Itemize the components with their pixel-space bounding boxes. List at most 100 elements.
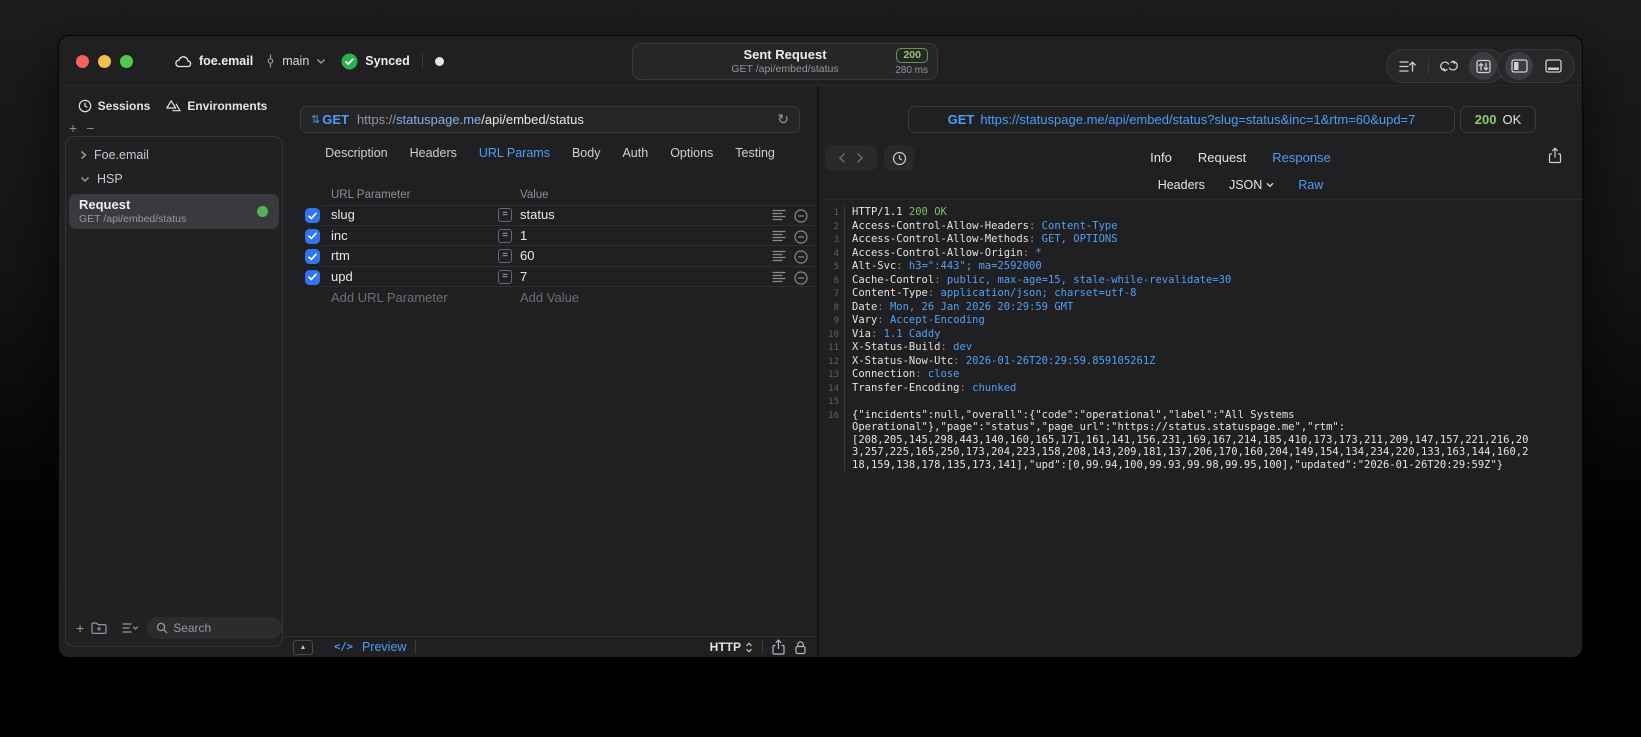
sent-request-url[interactable]: GET https://statuspage.me/api/embed/stat… [908, 106, 1455, 133]
param-value[interactable]: 1 [520, 228, 527, 243]
back-icon[interactable] [838, 152, 846, 164]
tree-item-foe-email[interactable]: Foe.email [66, 143, 282, 167]
tab-description[interactable]: Description [325, 146, 388, 160]
response-url: https://statuspage.me/api/embed/status?s… [980, 112, 1416, 127]
lock-icon[interactable] [794, 640, 807, 655]
share-icon[interactable] [772, 639, 785, 655]
tab-auth[interactable]: Auth [622, 146, 648, 160]
add-url-parameter-placeholder[interactable]: Add URL Parameter [331, 290, 448, 305]
footer-divider [762, 640, 763, 654]
row-menu-icon[interactable] [772, 209, 786, 221]
chevron-right-icon[interactable] [80, 150, 87, 160]
row-menu-icon[interactable] [772, 250, 786, 262]
param-value[interactable]: 60 [520, 248, 534, 263]
import-export-icon[interactable] [1469, 52, 1497, 80]
new-folder-icon[interactable] [91, 621, 107, 635]
add-param-row[interactable]: Add URL Parameter Add Value [283, 287, 817, 307]
toggle-left-sidebar-icon[interactable] [1505, 52, 1533, 80]
url-path[interactable]: /api/embed/status [481, 112, 584, 127]
response-raw-view[interactable]: 1 HTTP/1.1 200 OK 2 Access-Control-Allow-He… [823, 206, 1578, 653]
export-response-icon[interactable] [1548, 147, 1562, 164]
line-number: 12 [823, 354, 845, 368]
tab-request[interactable]: Request [1198, 150, 1246, 165]
param-name[interactable]: rtm [331, 248, 350, 263]
remove-row-icon[interactable] [794, 229, 808, 244]
chevron-down-icon[interactable] [80, 176, 90, 183]
param-name[interactable]: inc [331, 228, 348, 243]
tab-options[interactable]: Options [670, 146, 713, 160]
sidebar-search[interactable] [147, 617, 283, 639]
toggle-bottom-panel-icon[interactable] [1539, 52, 1567, 80]
search-input[interactable] [173, 621, 274, 635]
subtab-headers[interactable]: Headers [1158, 178, 1205, 192]
param-checkbox[interactable] [305, 269, 320, 285]
response-status-badge: 200 OK [1460, 106, 1536, 133]
response-header-line: 8 Date: Mon, 26 Jan 2026 20:29:59 GMT [823, 300, 1578, 314]
param-checkbox[interactable] [305, 208, 320, 223]
row-menu-icon[interactable] [772, 230, 786, 242]
tab-response[interactable]: Response [1272, 150, 1331, 165]
tab-url-params[interactable]: URL Params [479, 146, 550, 160]
response-header-line: 12 X-Status-Now-Utc: 2026-01-26T20:29:59.… [823, 354, 1578, 368]
url-host[interactable]: statuspage.me [396, 112, 481, 127]
subtab-raw[interactable]: Raw [1298, 178, 1323, 192]
tab-headers[interactable]: Headers [410, 146, 457, 160]
expand-panel-button[interactable]: ▲ [293, 639, 313, 655]
param-name[interactable]: slug [331, 207, 355, 222]
line-number: 15 [823, 395, 845, 409]
param-value[interactable]: status [520, 207, 555, 222]
synced-check-icon [341, 53, 358, 70]
code-format-select[interactable]: HTTP [710, 640, 753, 654]
forward-icon[interactable] [856, 152, 864, 164]
sent-request-subtitle: GET /api/embed/status [731, 63, 839, 75]
url-scheme[interactable]: https:// [357, 112, 396, 127]
sync-loop-icon[interactable] [1435, 52, 1463, 80]
preview-button[interactable]: Preview [362, 640, 406, 654]
record-dot-icon[interactable] [434, 56, 444, 66]
tab-environments[interactable]: Environments [166, 99, 267, 113]
param-checkbox[interactable] [305, 228, 320, 244]
minimize-window-button[interactable] [98, 55, 111, 68]
send-order-icon[interactable] [1394, 52, 1422, 80]
add-value-placeholder[interactable]: Add Value [520, 290, 579, 305]
app-window: foe.email main Synced Sent Request GET /… [58, 35, 1583, 658]
tree-item-hsp[interactable]: HSP [66, 167, 282, 191]
remove-row-icon[interactable] [794, 270, 808, 285]
layers-icon [166, 99, 181, 113]
param-value[interactable]: 7 [520, 269, 527, 284]
tab-sessions[interactable]: Sessions [78, 99, 150, 113]
remove-row-icon[interactable] [794, 209, 808, 223]
response-header-line: 4 Access-Control-Allow-Origin: * [823, 246, 1578, 260]
tab-testing[interactable]: Testing [735, 146, 775, 160]
chevron-down-icon[interactable] [316, 58, 326, 65]
sidebar: Sessions Environments + − Foe.email HSP … [59, 86, 283, 657]
history-clock-icon[interactable] [884, 145, 914, 171]
request-url-bar[interactable]: ⇅ GET https://statuspage.me/api/embed/st… [300, 106, 800, 133]
project-name[interactable]: foe.email [199, 54, 253, 68]
line-number: 9 [823, 314, 845, 328]
code-icon: </> [334, 641, 353, 653]
param-checkbox[interactable] [305, 249, 320, 264]
cloud-icon [175, 55, 192, 68]
response-body-json: 16 {"incidents":null,"overall":{"code":"o… [823, 408, 1578, 471]
sent-request-pill[interactable]: Sent Request GET /api/embed/status 200 2… [632, 43, 938, 80]
subtab-json[interactable]: JSON [1229, 178, 1274, 192]
request-list-item-selected[interactable]: Request GET /api/embed/status [69, 194, 279, 229]
close-window-button[interactable] [76, 55, 89, 68]
remove-row-icon[interactable] [794, 250, 808, 264]
url-params-table: URL Parameter Value slug = status inc = 1 rtm =… [283, 189, 817, 307]
method-switcher-icon[interactable]: ⇅ [311, 113, 320, 126]
new-request-button[interactable]: + [76, 620, 84, 636]
resend-request-icon[interactable]: ↻ [777, 111, 789, 128]
group-by-icon[interactable] [122, 622, 139, 634]
row-menu-icon[interactable] [772, 271, 786, 283]
request-method[interactable]: GET [322, 112, 349, 127]
remove-item-button[interactable]: − [86, 120, 94, 136]
tab-info[interactable]: Info [1150, 150, 1172, 165]
zoom-window-button[interactable] [120, 55, 133, 68]
param-name[interactable]: upd [331, 269, 353, 284]
branch-name[interactable]: main [282, 54, 309, 68]
params-table-header: URL Parameter Value [283, 189, 817, 205]
tab-body[interactable]: Body [572, 146, 601, 160]
add-item-button[interactable]: + [69, 120, 77, 136]
